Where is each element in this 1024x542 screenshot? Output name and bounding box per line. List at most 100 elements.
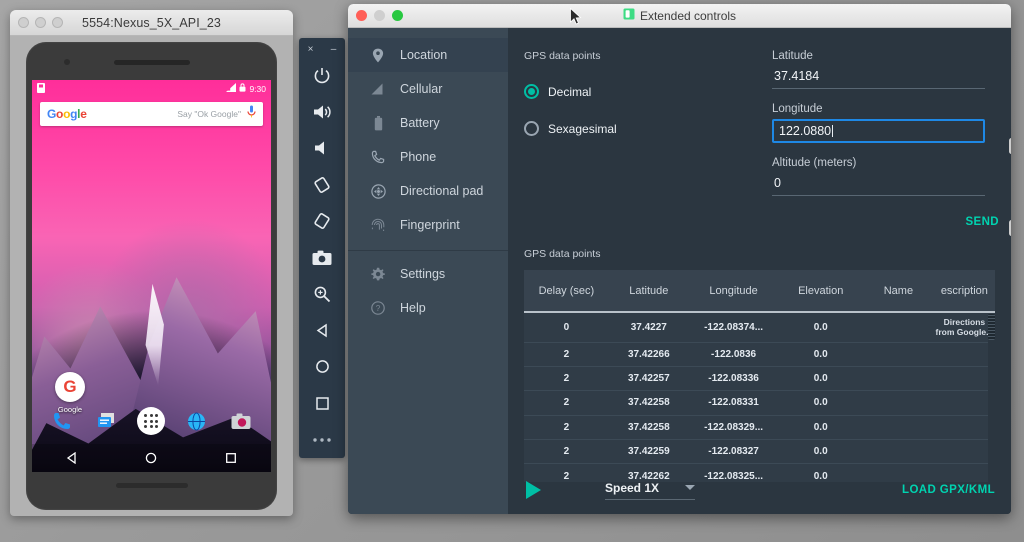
cell-latitude: 37.42258 [608,390,689,416]
window-resize-handle[interactable] [1009,138,1011,154]
sidebar-item-battery[interactable]: Battery [348,106,508,140]
column-header-latitude[interactable]: Latitude [608,270,689,312]
volume-down-icon[interactable] [304,131,340,165]
cell-description [933,366,995,392]
home-icon[interactable] [304,350,340,384]
power-icon[interactable] [304,58,340,92]
overview-icon[interactable] [220,447,242,469]
earpiece-speaker [113,60,190,65]
microphone-icon[interactable] [247,105,256,123]
apps-drawer-icon[interactable] [137,407,166,435]
longitude-input[interactable]: 122.0880 [772,119,985,143]
sidebar-item-directional-pad[interactable]: Directional pad [348,174,508,208]
sidebar-item-settings[interactable]: Settings [348,257,508,291]
camera-icon[interactable] [304,240,340,274]
latitude-field: Latitude 37.4184 [772,50,985,89]
cell-longitude: -122.08331 [688,390,779,416]
sidebar-item-cellular[interactable]: Cellular [348,72,508,106]
cell-delay: 2 [524,439,609,465]
more-icon[interactable] [304,423,340,457]
zoom-icon[interactable] [304,277,340,311]
play-icon[interactable] [526,481,541,499]
radio-decimal-label: Decimal [548,84,592,99]
radio-sexagesimal-indicator[interactable] [524,121,539,136]
longitude-field: Longitude 122.0880 [772,103,985,143]
radio-sexagesimal[interactable]: Sexagesimal [524,121,754,136]
cell-elevation: 0.0 [778,390,864,416]
extended-controls-titlebar[interactable]: Extended controls [348,4,1011,28]
back-icon[interactable] [304,313,340,347]
gps-format-group: GPS data points Decimal Sexagesimal [524,50,754,210]
sidebar-item-help[interactable]: ? Help [348,291,508,325]
load-gpx-kml-button[interactable]: LOAD GPX/KML [902,484,995,496]
latitude-input[interactable]: 37.4184 [772,66,985,89]
cell-latitude: 37.4227 [608,312,689,343]
sidebar-item-label: Location [400,48,448,62]
cell-latitude: 37.42258 [608,415,689,441]
speed-dropdown[interactable]: Speed 1X [605,481,695,500]
sidebar-item-phone[interactable]: Phone [348,140,508,174]
android-status-bar: 9:30 [32,80,271,97]
table-row[interactable]: 0 37.4227 -122.08374... 0.0 Directions from … [524,312,995,343]
close-icon[interactable]: × [308,44,314,55]
column-header-longitude[interactable]: Longitude [688,270,779,312]
sidebar-item-label: Battery [400,116,440,130]
send-button[interactable]: SEND [965,216,999,228]
extended-controls-icon [623,7,635,25]
cell-latitude: 37.42259 [608,439,689,465]
volume-up-icon[interactable] [304,95,340,129]
altitude-input[interactable]: 0 [772,173,985,196]
phone-screen[interactable]: 9:30 Google Say "Ok Google" G Google [32,80,271,472]
sidebar-divider [348,250,508,251]
coordinate-fields: Latitude 37.4184 Longitude 122.0880 Alti… [772,50,995,210]
signal-icon [226,83,237,94]
emulator-titlebar[interactable]: 5554:Nexus_5X_API_23 [10,10,293,36]
sidebar-item-label: Cellular [400,82,443,96]
overview-icon[interactable] [304,386,340,420]
column-header-delay[interactable]: Delay (sec) [524,270,609,312]
cell-longitude: -122.08327 [688,439,779,465]
sidebar-item-label: Settings [400,267,446,281]
radio-decimal[interactable]: Decimal [524,84,754,99]
table-scrollbar[interactable] [988,314,995,482]
sidebar-item-location[interactable]: Location [348,38,508,72]
google-search-bar[interactable]: Google Say "Ok Google" [40,102,263,126]
table-row[interactable]: 2 37.42266 -122.0836 0.0 [524,342,995,367]
fingerprint-icon [370,217,386,233]
phone-icon [370,149,386,165]
chevron-down-icon[interactable] [685,485,695,490]
cell-name [863,312,934,343]
cell-description [933,415,995,441]
google-g-icon: G [55,372,85,402]
table-row[interactable]: 2 37.42258 -122.08331 0.0 [524,390,995,416]
table-row[interactable]: 2 37.42258 -122.08329... 0.0 [524,415,995,441]
cell-description [933,439,995,465]
column-header-elevation[interactable]: Elevation [778,270,864,312]
rotate-right-icon[interactable] [304,204,340,238]
minimize-icon[interactable]: – [331,44,337,55]
sidebar-item-fingerprint[interactable]: Fingerprint [348,208,508,242]
browser-icon[interactable] [184,408,210,434]
table-row[interactable]: 2 37.42259 -122.08327 0.0 [524,439,995,465]
camera-icon[interactable] [228,408,254,434]
extended-controls-sidebar: Location Cellular Battery Phone Directio… [348,28,508,514]
home-dock [32,404,271,438]
messages-icon[interactable] [93,408,119,434]
altitude-label: Altitude (meters) [772,157,857,169]
radio-decimal-indicator[interactable] [524,84,539,99]
phone-icon[interactable] [49,408,75,434]
cell-description [933,390,995,416]
help-circle-icon: ? [370,300,386,316]
cell-elevation: 0.0 [778,439,864,465]
column-header-description[interactable]: escription [933,270,995,312]
home-icon[interactable] [140,447,162,469]
back-icon[interactable] [61,447,83,469]
sidebar-item-label: Fingerprint [400,218,460,232]
rotate-left-icon[interactable] [304,168,340,202]
column-header-name[interactable]: Name [863,270,934,312]
cell-delay: 0 [524,312,609,343]
android-navigation-bar [32,444,271,472]
table-row[interactable]: 2 37.42257 -122.08336 0.0 [524,366,995,392]
window-resize-handle[interactable] [1009,220,1011,236]
table-scrollbar-thumb[interactable] [988,314,995,340]
